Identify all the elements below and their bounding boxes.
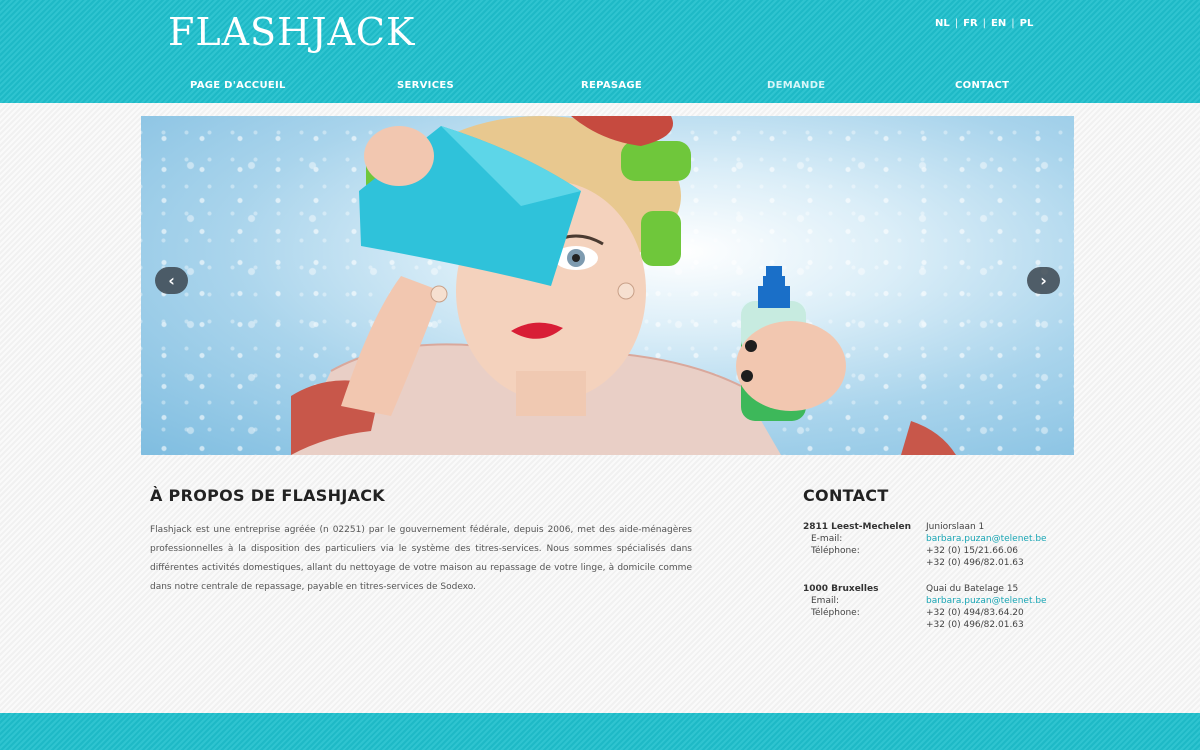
phone-label: Téléphone: bbox=[811, 608, 860, 618]
contact-section: CONTACT 2811 Leest-Mechelen Juniorslaan … bbox=[803, 486, 1063, 631]
email-link[interactable]: barbara.puzan@telenet.be bbox=[926, 596, 1047, 606]
nav-item-ironing[interactable]: REPASAGE bbox=[581, 80, 642, 91]
email-label: Email: bbox=[811, 596, 840, 606]
phone-number: +32 (0) 494/83.64.20 bbox=[926, 608, 1024, 618]
nav-item-home[interactable]: PAGE D'ACCUEIL bbox=[190, 80, 286, 91]
chevron-right-icon: › bbox=[1040, 271, 1047, 290]
office-address: Quai du Batelage 15 bbox=[926, 584, 1019, 594]
office-address: Juniorslaan 1 bbox=[926, 522, 985, 532]
lang-separator: | bbox=[1011, 18, 1015, 29]
phone-number: +32 (0) 496/82.01.63 bbox=[926, 620, 1024, 630]
nav-item-request[interactable]: DEMANDE bbox=[767, 80, 825, 91]
lang-separator: | bbox=[954, 18, 959, 29]
site-header: FLASHJACK NL | FR | EN | PL PAGE D'ACCUE… bbox=[0, 0, 1200, 103]
site-footer bbox=[0, 713, 1200, 750]
office-city: 1000 Bruxelles bbox=[803, 584, 879, 594]
office-city: 2811 Leest-Mechelen bbox=[803, 522, 912, 532]
phone-number: +32 (0) 15/21.66.06 bbox=[926, 546, 1019, 556]
slider-next-button[interactable]: › bbox=[1027, 267, 1060, 294]
chevron-left-icon: ‹ bbox=[168, 271, 175, 290]
email-label: E-mail: bbox=[811, 534, 843, 544]
lang-pl[interactable]: PL bbox=[1015, 18, 1039, 29]
lang-fr[interactable]: FR bbox=[958, 18, 983, 29]
phone-number: +32 (0) 496/82.01.63 bbox=[926, 558, 1024, 568]
about-section: À PROPOS DE FLASHJACK Flashjack est une … bbox=[150, 486, 692, 597]
site-logo[interactable]: FLASHJACK bbox=[168, 10, 415, 54]
language-switcher: NL | FR | EN | PL bbox=[930, 18, 1038, 29]
nav-item-contact[interactable]: CONTACT bbox=[955, 80, 1009, 91]
lang-en[interactable]: EN bbox=[986, 18, 1011, 29]
email-link[interactable]: barbara.puzan@telenet.be bbox=[926, 534, 1047, 544]
office-leest-mechelen: 2811 Leest-Mechelen Juniorslaan 1 E-mail… bbox=[803, 521, 1063, 569]
slider-prev-button[interactable]: ‹ bbox=[155, 267, 188, 294]
about-title: À PROPOS DE FLASHJACK bbox=[150, 486, 386, 505]
phone-label: Téléphone: bbox=[811, 546, 860, 556]
main-nav: PAGE D'ACCUEIL SERVICES REPASAGE DEMANDE… bbox=[0, 80, 1200, 98]
lang-separator: | bbox=[982, 18, 987, 29]
contact-title: CONTACT bbox=[803, 486, 889, 505]
about-text: Flashjack est une entreprise agréée (n 0… bbox=[150, 525, 692, 592]
office-bruxelles: 1000 Bruxelles Quai du Batelage 15 Email… bbox=[803, 583, 1063, 631]
hero-image-cleaning-woman bbox=[291, 116, 956, 455]
hero-slider[interactable]: ‹ › bbox=[141, 116, 1074, 455]
nav-item-services[interactable]: SERVICES bbox=[397, 80, 454, 91]
lang-nl[interactable]: NL bbox=[930, 18, 955, 29]
